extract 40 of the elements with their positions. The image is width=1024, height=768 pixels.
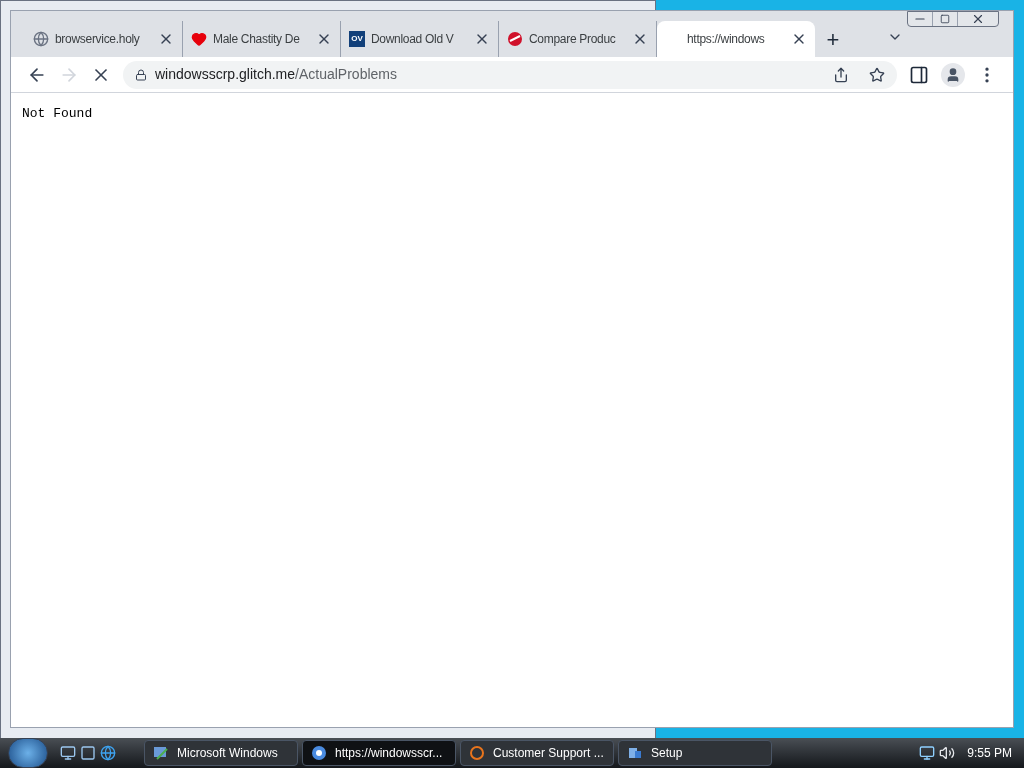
browser-icon — [469, 745, 485, 761]
taskbar-button[interactable]: https://windowsscr... — [302, 740, 456, 766]
page-text: Not Found — [22, 105, 94, 123]
bookmark-icon[interactable] — [869, 66, 885, 83]
address-bar[interactable]: windowsscrp.glitch.me/ActualProblems — [123, 60, 897, 89]
taskbar-label: Microsoft Windows — [177, 745, 278, 762]
volume-icon[interactable] — [939, 745, 956, 761]
taskbar-button[interactable]: Customer Support ... — [460, 740, 614, 766]
taskbar-button[interactable]: Setup — [618, 740, 772, 766]
globe-icon — [33, 31, 49, 47]
tab-title: Compare Produc — [529, 31, 616, 48]
start-button[interactable] — [8, 738, 48, 768]
browser-tab[interactable]: Male Chastity De — [183, 21, 341, 57]
url-text: windowsscrp.glitch.me/ActualProblems — [155, 65, 398, 84]
share-icon[interactable] — [833, 66, 849, 83]
side-panel-icon[interactable] — [909, 64, 929, 85]
window-icon[interactable] — [80, 745, 96, 761]
site-logo: OV — [349, 31, 365, 47]
profile-avatar[interactable] — [941, 62, 965, 87]
taskbar-label: Setup — [651, 745, 683, 762]
app-icon — [153, 745, 169, 761]
tab-title: Male Chastity De — [213, 31, 300, 48]
clock[interactable]: 9:55 PM — [967, 744, 1012, 762]
browser-tab[interactable]: browservice.holy — [25, 21, 183, 57]
tab-title: Download Old V — [371, 31, 454, 48]
lock-icon — [135, 68, 147, 81]
browser-tab[interactable]: OV Download Old V — [341, 21, 499, 57]
browser-icon[interactable] — [100, 745, 116, 761]
browser-tab[interactable]: https://windows — [657, 21, 815, 57]
browser-icon — [311, 745, 327, 761]
tab-title: https://windows — [687, 31, 765, 48]
heart-icon — [191, 31, 207, 47]
logo-icon — [507, 31, 523, 47]
new-tab-button[interactable]: + — [815, 21, 851, 57]
taskbar-label: Customer Support ... — [493, 745, 604, 762]
desktop-icon[interactable] — [60, 745, 76, 761]
taskbar-label: https://windowsscr... — [335, 745, 443, 762]
setup-icon — [627, 745, 643, 761]
taskbar-button[interactable]: Microsoft Windows — [144, 740, 298, 766]
tab-title: browservice.holy — [55, 31, 140, 48]
